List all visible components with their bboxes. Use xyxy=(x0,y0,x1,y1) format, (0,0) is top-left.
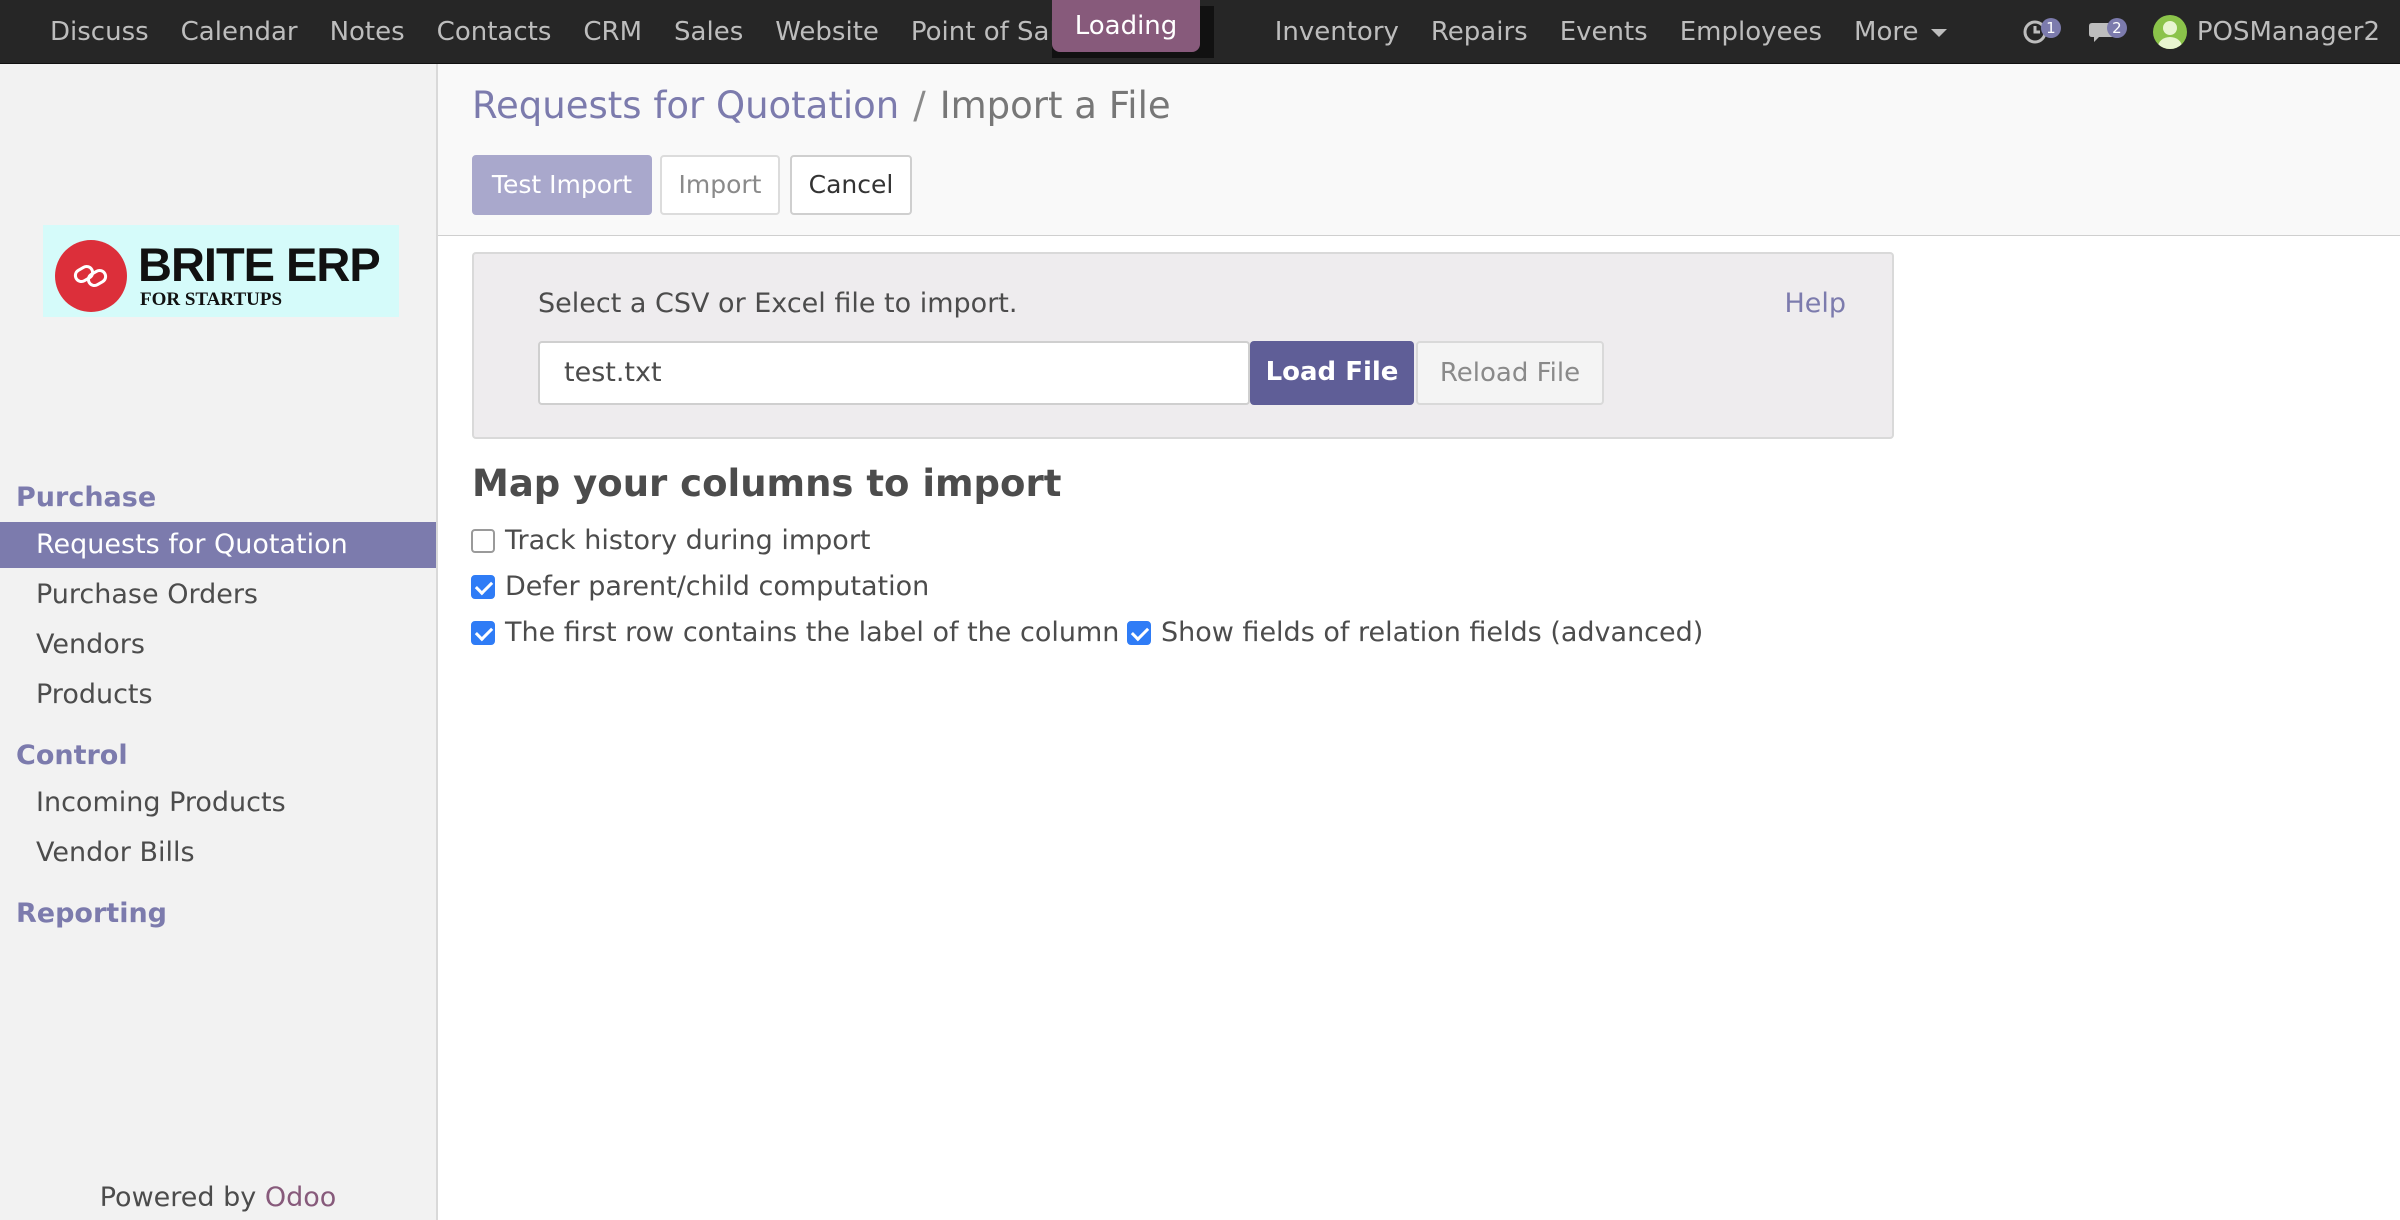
sidebar-item-incoming-products[interactable]: Incoming Products xyxy=(0,780,436,826)
page-title: Import a File xyxy=(939,84,1171,127)
mapping-heading: Map your columns to import xyxy=(472,462,1062,505)
show-relation-fields-option[interactable]: Show fields of relation fields (advanced… xyxy=(1127,617,1703,648)
app-sales[interactable]: Sales xyxy=(658,0,759,64)
breadcrumb-parent[interactable]: Requests for Quotation xyxy=(472,84,899,127)
first-row-header-checkbox[interactable] xyxy=(471,620,495,645)
odoo-link[interactable]: Odoo xyxy=(265,1182,336,1213)
messages-count-badge: 2 xyxy=(2106,18,2127,38)
reload-file-button[interactable]: Reload File xyxy=(1416,341,1604,405)
show-relation-fields-checkbox[interactable] xyxy=(1127,620,1151,645)
logo-title: BRITE ERP xyxy=(138,238,381,291)
app-calendar[interactable]: Calendar xyxy=(165,0,314,64)
file-select-prompt: Select a CSV or Excel file to import. xyxy=(538,288,1018,319)
load-file-button[interactable]: Load File xyxy=(1250,341,1414,405)
sidebar-item-vendor-bills[interactable]: Vendor Bills xyxy=(0,830,436,876)
systray: 1 2 POSManager2 xyxy=(2021,0,2400,64)
section-reporting[interactable]: Reporting xyxy=(16,898,167,929)
app-notes[interactable]: Notes xyxy=(314,0,421,64)
activity-count-badge: 1 xyxy=(2040,18,2061,38)
cancel-button[interactable]: Cancel xyxy=(790,155,912,215)
defer-computation-option[interactable]: Defer parent/child computation xyxy=(471,571,929,602)
file-select-panel: Select a CSV or Excel file to import. He… xyxy=(472,252,1894,439)
powered-by-text: Powered by xyxy=(99,1182,257,1213)
messaging-menu[interactable]: 2 xyxy=(2087,0,2131,64)
user-menu[interactable]: POSManager2 xyxy=(2152,0,2400,64)
link-icon xyxy=(73,265,108,287)
app-inventory[interactable]: Inventory xyxy=(1259,0,1415,64)
activity-menu[interactable]: 1 xyxy=(2021,0,2065,64)
track-history-checkbox[interactable] xyxy=(471,528,495,553)
app-discuss[interactable]: Discuss xyxy=(34,0,165,64)
sidebar: BRITE ERP FOR STARTUPS Purchase Requests… xyxy=(0,64,438,1220)
sidebar-item-vendors[interactable]: Vendors xyxy=(0,622,436,668)
app-contacts[interactable]: Contacts xyxy=(421,0,568,64)
track-history-label: Track history during import xyxy=(505,525,871,556)
user-name: POSManager2 xyxy=(2196,17,2380,47)
show-relation-fields-label: Show fields of relation fields (advanced… xyxy=(1161,617,1704,648)
file-name-field[interactable]: test.txt xyxy=(538,341,1250,405)
loading-indicator: Loading xyxy=(1052,0,1200,52)
top-navbar: Discuss Calendar Notes Contacts CRM Sale… xyxy=(0,0,2400,64)
test-import-button[interactable]: Test Import xyxy=(472,155,652,215)
defer-computation-label: Defer parent/child computation xyxy=(505,571,930,602)
app-website[interactable]: Website xyxy=(759,0,895,64)
logo-subtitle: FOR STARTUPS xyxy=(140,289,283,310)
import-button[interactable]: Import xyxy=(660,155,780,215)
breadcrumb-separator: / xyxy=(913,84,926,127)
app-repairs[interactable]: Repairs xyxy=(1415,0,1544,64)
section-purchase[interactable]: Purchase xyxy=(16,482,156,513)
defer-computation-checkbox[interactable] xyxy=(471,574,495,599)
section-control[interactable]: Control xyxy=(16,740,128,771)
sidebar-item-products[interactable]: Products xyxy=(0,672,436,718)
first-row-header-label: The first row contains the label of the … xyxy=(505,617,1120,648)
control-panel: Requests for Quotation / Import a File Tes… xyxy=(438,64,2400,236)
avatar xyxy=(2152,15,2187,49)
help-link[interactable]: Help xyxy=(1784,288,1846,319)
powered-by: Powered by Odoo xyxy=(0,1182,436,1213)
app-events[interactable]: Events xyxy=(1544,0,1664,64)
sidebar-item-requests-for-quotation[interactable]: Requests for Quotation xyxy=(0,522,436,568)
first-row-header-option[interactable]: The first row contains the label of the … xyxy=(471,617,1119,648)
app-employees[interactable]: Employees xyxy=(1664,0,1838,64)
logo-mark xyxy=(55,240,127,312)
company-logo[interactable]: BRITE ERP FOR STARTUPS xyxy=(43,225,399,317)
caret-down-icon xyxy=(1930,28,1947,37)
track-history-option[interactable]: Track history during import xyxy=(471,525,871,556)
more-label: More xyxy=(1854,17,1919,47)
sidebar-item-purchase-orders[interactable]: Purchase Orders xyxy=(0,572,436,618)
more-menu[interactable]: More xyxy=(1838,0,1962,64)
breadcrumb: Requests for Quotation / Import a File xyxy=(472,84,1171,127)
app-crm[interactable]: CRM xyxy=(567,0,658,64)
app-menu: Discuss Calendar Notes Contacts CRM Sale… xyxy=(34,0,1963,64)
